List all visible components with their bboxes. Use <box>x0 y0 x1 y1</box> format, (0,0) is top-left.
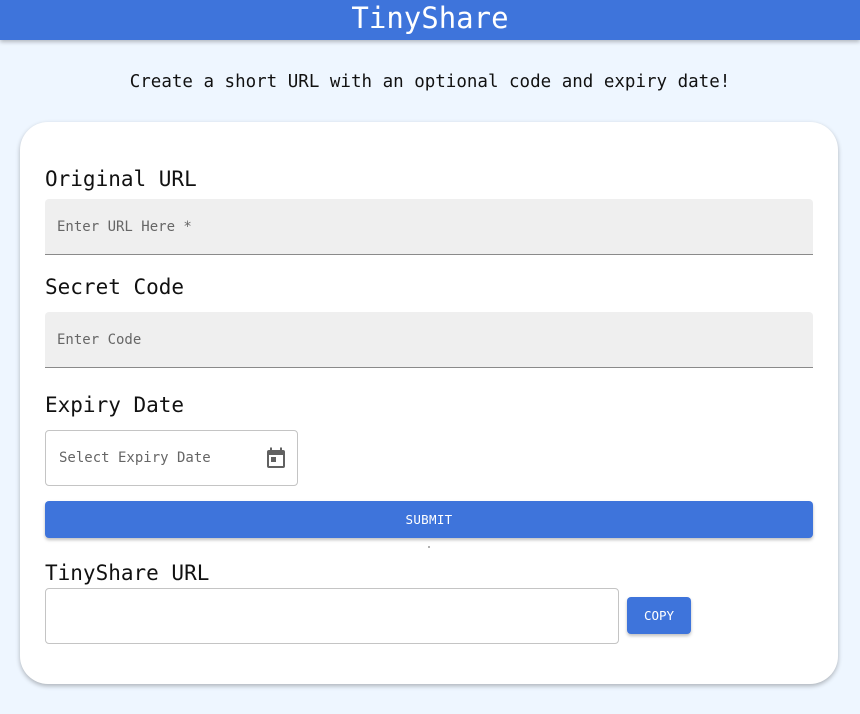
app-title: TinyShare <box>351 1 509 35</box>
app-header: TinyShare <box>0 0 860 40</box>
original-url-label: Original URL <box>45 167 197 191</box>
copy-button[interactable]: COPY <box>627 597 691 634</box>
secret-code-label: Secret Code <box>45 275 185 299</box>
calendar-icon[interactable] <box>266 447 286 469</box>
tinyshare-url-label: TinyShare URL <box>45 561 210 585</box>
secret-code-placeholder: Enter Code <box>57 331 142 348</box>
tagline: Create a short URL with an optional code… <box>129 72 731 92</box>
share-form-card: Original URL Enter URL Here * Secret Cod… <box>20 122 838 684</box>
original-url-field[interactable]: Enter URL Here * <box>45 199 813 255</box>
expiry-date-field[interactable]: Select Expiry Date <box>45 430 298 486</box>
tinyshare-url-field[interactable] <box>45 588 619 644</box>
expiry-date-placeholder: Select Expiry Date <box>59 450 211 466</box>
original-url-placeholder: Enter URL Here * <box>57 218 192 235</box>
expiry-date-label: Expiry Date <box>45 393 185 417</box>
submit-button[interactable]: SUBMIT <box>45 501 813 538</box>
loading-indicator <box>428 546 430 548</box>
secret-code-field[interactable]: Enter Code <box>45 312 813 368</box>
